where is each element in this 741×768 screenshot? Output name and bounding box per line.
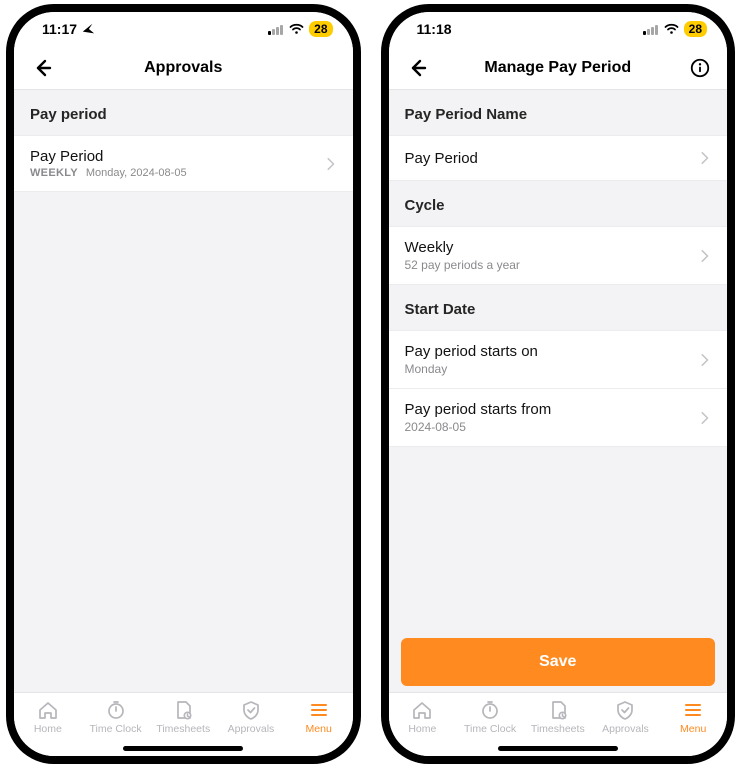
cell-signal-icon	[268, 23, 284, 35]
timesheet-icon	[171, 699, 195, 721]
shield-check-icon	[239, 699, 263, 721]
home-icon	[410, 699, 434, 721]
home-indicator	[498, 746, 618, 751]
section-title-cycle: Cycle	[389, 181, 728, 226]
tab-time-clock[interactable]: Time Clock	[456, 699, 524, 735]
tab-label: Menu	[306, 723, 332, 735]
stopwatch-icon	[104, 699, 128, 721]
tab-timesheets[interactable]: Timesheets	[524, 699, 592, 735]
pay-period-row[interactable]: Pay Period WEEKLY Monday, 2024-08-05	[14, 135, 353, 192]
tab-label: Time Clock	[89, 723, 141, 735]
shield-check-icon	[613, 699, 637, 721]
section-title-start-date: Start Date	[389, 285, 728, 330]
phone-approvals: 11:17 28 Approvals Pay period Pay Period	[6, 4, 361, 764]
pay-period-name-row[interactable]: Pay Period	[389, 135, 728, 181]
tab-time-clock[interactable]: Time Clock	[82, 699, 150, 735]
save-button[interactable]: Save	[401, 638, 716, 686]
status-bar: 11:17 28	[14, 12, 353, 46]
row-primary: Weekly	[405, 239, 698, 256]
tab-home[interactable]: Home	[389, 699, 457, 735]
pay-period-title: Pay Period	[30, 148, 323, 165]
tab-label: Home	[34, 723, 62, 735]
chevron-right-icon	[697, 148, 711, 168]
tab-label: Home	[408, 723, 436, 735]
page-header: Manage Pay Period	[389, 46, 728, 90]
row-secondary: Monday	[405, 362, 698, 376]
row-primary: Pay period starts on	[405, 343, 698, 360]
pay-period-frequency: WEEKLY	[30, 167, 78, 179]
page-title: Manage Pay Period	[389, 59, 728, 77]
tab-label: Approvals	[228, 723, 275, 735]
tab-approvals[interactable]: Approvals	[592, 699, 660, 735]
wifi-icon	[289, 23, 304, 35]
timesheet-icon	[546, 699, 570, 721]
cycle-row[interactable]: Weekly 52 pay periods a year	[389, 226, 728, 285]
menu-icon	[307, 699, 331, 721]
page-header: Approvals	[14, 46, 353, 90]
tab-label: Timesheets	[156, 723, 210, 735]
starts-on-row[interactable]: Pay period starts on Monday	[389, 330, 728, 389]
stopwatch-icon	[478, 699, 502, 721]
home-icon	[36, 699, 60, 721]
status-bar: 11:18 28	[389, 12, 728, 46]
battery-level: 28	[309, 21, 332, 37]
menu-icon	[681, 699, 705, 721]
pay-period-date: Monday, 2024-08-05	[86, 167, 187, 179]
tab-label: Timesheets	[531, 723, 585, 735]
tab-approvals[interactable]: Approvals	[217, 699, 285, 735]
chevron-right-icon	[697, 246, 711, 266]
status-time: 11:17	[42, 21, 77, 37]
wifi-icon	[664, 23, 679, 35]
tab-timesheets[interactable]: Timesheets	[149, 699, 217, 735]
chevron-right-icon	[323, 154, 337, 174]
tab-label: Approvals	[602, 723, 649, 735]
cell-signal-icon	[643, 23, 659, 35]
section-title-name: Pay Period Name	[389, 90, 728, 135]
tab-menu[interactable]: Menu	[285, 699, 353, 735]
starts-from-row[interactable]: Pay period starts from 2024-08-05	[389, 389, 728, 447]
row-primary: Pay period starts from	[405, 401, 698, 418]
tab-label: Menu	[680, 723, 706, 735]
chevron-right-icon	[697, 408, 711, 428]
tab-menu[interactable]: Menu	[659, 699, 727, 735]
row-secondary: 2024-08-05	[405, 420, 698, 434]
home-indicator	[123, 746, 243, 751]
row-secondary: 52 pay periods a year	[405, 258, 698, 272]
page-title: Approvals	[14, 59, 353, 77]
tab-home[interactable]: Home	[14, 699, 82, 735]
phone-manage-pay-period: 11:18 28 Manage Pay Period Pay Period Na…	[381, 4, 736, 764]
info-button[interactable]	[685, 53, 715, 83]
battery-level: 28	[684, 21, 707, 37]
status-time: 11:18	[417, 21, 452, 37]
row-primary: Pay Period	[405, 150, 698, 167]
section-title-pay-period: Pay period	[14, 90, 353, 135]
chevron-right-icon	[697, 350, 711, 370]
tab-label: Time Clock	[464, 723, 516, 735]
location-icon	[81, 22, 95, 36]
